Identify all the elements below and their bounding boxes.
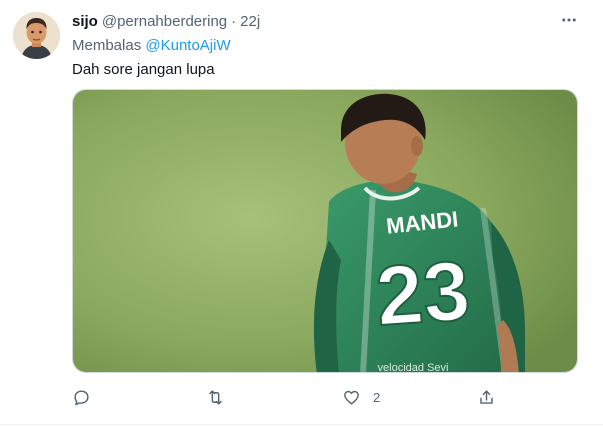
- like-count: 2: [373, 389, 381, 405]
- heart-icon: [344, 390, 359, 405]
- tweet-header: sijo @pernahberdering · 22j: [72, 11, 260, 31]
- reply-mention-link[interactable]: @KuntoAjiW: [145, 37, 230, 54]
- jersey-sleeve-text: velocidad Sevi: [378, 362, 449, 373]
- user-handle[interactable]: @pernahberdering: [102, 13, 227, 30]
- tweet-timestamp[interactable]: 22j: [240, 13, 260, 30]
- tweet-actions: 2: [72, 385, 512, 409]
- retweet-icon: [209, 389, 222, 405]
- display-name[interactable]: sijo: [72, 13, 98, 30]
- more-horizontal-icon: [562, 18, 576, 22]
- speech-bubble-icon: [74, 389, 89, 405]
- share-button[interactable]: [477, 385, 496, 409]
- share-icon: [480, 389, 493, 404]
- football-player-photo: MANDI 23 velocidad Sevi: [73, 90, 577, 373]
- more-options-button[interactable]: [557, 10, 581, 30]
- avatar[interactable]: [13, 12, 60, 59]
- avatar-illustration: [13, 12, 60, 59]
- tweet-photo[interactable]: MANDI 23 velocidad Sevi: [72, 89, 578, 373]
- jersey-number: 23: [373, 243, 473, 343]
- tweet-text: Dah sore jangan lupa: [72, 61, 215, 78]
- retweet-button[interactable]: [206, 385, 225, 409]
- separator-dot: ·: [231, 12, 237, 30]
- reply-prefix: Membalas: [72, 37, 142, 54]
- reply-context: Membalas @KuntoAjiW: [72, 37, 231, 54]
- tweet-card[interactable]: sijo @pernahberdering · 22j Membalas @Ku…: [0, 0, 603, 429]
- tweet-divider: [0, 424, 603, 425]
- like-button[interactable]: 2: [342, 385, 380, 409]
- reply-button[interactable]: [72, 385, 91, 409]
